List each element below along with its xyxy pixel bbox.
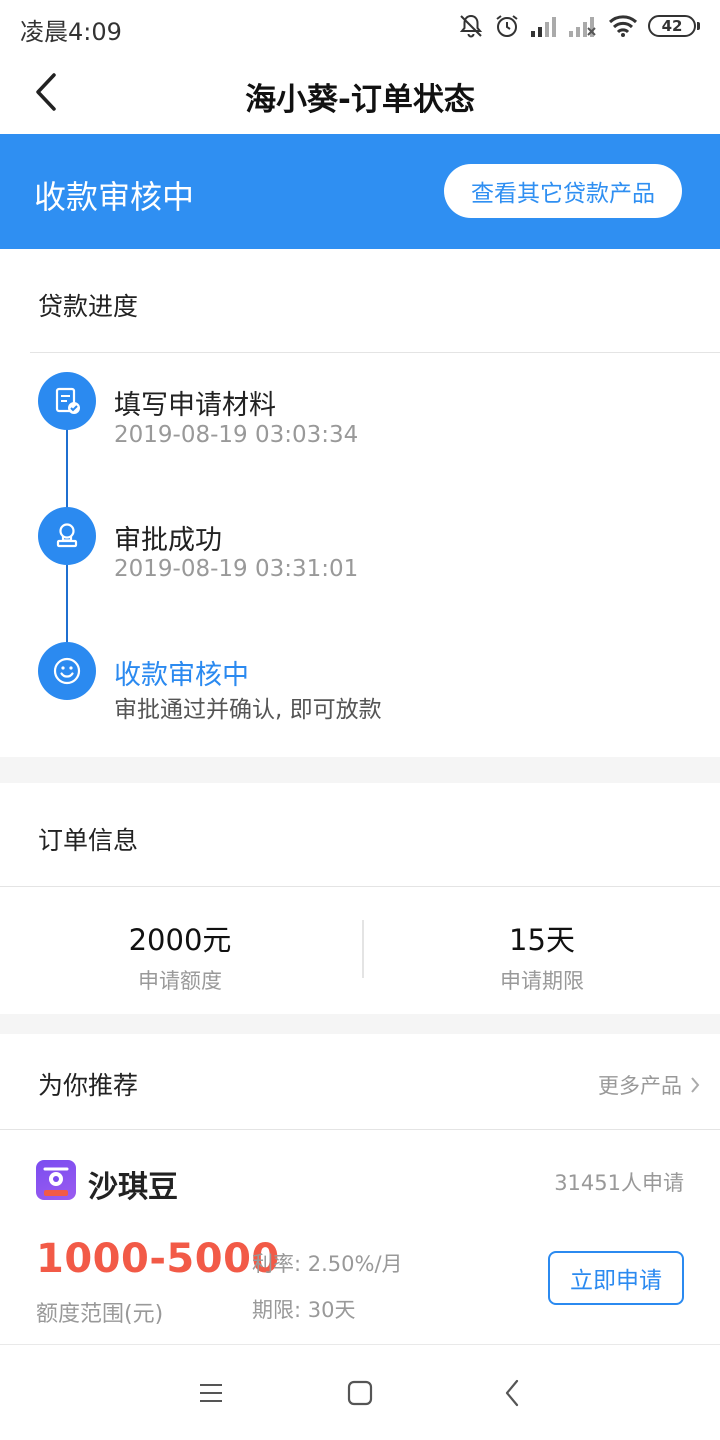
wifi-icon: [608, 14, 638, 38]
order-info-title: 订单信息: [38, 826, 139, 855]
step-timestamp: 2019-08-19 03:03:34: [114, 422, 359, 448]
recommend-title: 为你推荐: [38, 1071, 139, 1100]
amount-label: 申请额度: [138, 969, 222, 993]
home-icon[interactable]: [338, 1371, 382, 1415]
divider: [0, 886, 720, 887]
product-logo: [36, 1160, 76, 1200]
back-icon[interactable]: [490, 1371, 534, 1415]
battery-icon: 42: [648, 15, 700, 37]
progress-title: 贷款进度: [38, 292, 139, 321]
mute-icon: [458, 13, 484, 39]
status-icons: 42: [458, 10, 700, 42]
term-info: 15天 申请期限: [362, 917, 720, 995]
term-label: 申请期限: [500, 969, 584, 993]
more-products-label: 更多产品: [598, 1074, 682, 1098]
term-value: 15天: [509, 923, 575, 957]
step-title: 审批成功: [114, 525, 222, 556]
document-check-icon: [38, 372, 96, 430]
signal-icon: [530, 15, 558, 37]
system-nav-bar: [0, 1344, 720, 1440]
more-products-link[interactable]: 更多产品: [598, 1070, 700, 1100]
chevron-right-icon: [691, 1077, 700, 1093]
other-loans-button[interactable]: 查看其它贷款产品: [444, 164, 682, 218]
product-rate: 利率: 2.50%/月: [252, 1252, 403, 1276]
step-title-active: 收款审核中: [114, 660, 249, 691]
battery-level: 42: [648, 15, 696, 37]
step-title: 填写申请材料: [114, 390, 276, 421]
divider: [30, 352, 720, 353]
order-info-card: 订单信息 2000元 申请额度 15天 申请期限: [0, 783, 720, 1014]
product-name[interactable]: 沙琪豆: [88, 1162, 178, 1206]
status-time: 凌晨4:09: [20, 18, 122, 46]
apply-now-button[interactable]: 立即申请: [548, 1251, 684, 1305]
menu-icon[interactable]: [189, 1371, 233, 1415]
product-amount-range: 1000-5000: [36, 1236, 280, 1282]
status-banner: 收款审核中 查看其它贷款产品: [0, 134, 720, 249]
signal-off-icon: [568, 15, 598, 37]
smile-icon: [38, 642, 96, 700]
timeline-connector: [66, 429, 68, 509]
alarm-icon: [494, 13, 520, 39]
product-applicant-count: 31451人申请: [554, 1171, 684, 1195]
stamp-icon: [38, 507, 96, 565]
banner-status-text: 收款审核中: [34, 178, 195, 216]
timeline-connector: [66, 565, 68, 644]
product-term: 期限: 30天: [252, 1298, 356, 1322]
page-title: 海小葵-订单状态: [245, 82, 475, 118]
status-bar: 凌晨4:09 42: [0, 0, 720, 52]
nav-bar: 海小葵-订单状态: [0, 52, 720, 134]
amount-info: 2000元 申请额度: [0, 917, 360, 995]
divider: [0, 1129, 720, 1130]
progress-card: 贷款进度 填写申请材料 2019-08-19 03:03:34 审批成功 201…: [0, 249, 720, 757]
step-description: 审批通过并确认, 即可放款: [114, 697, 382, 723]
amount-value: 2000元: [128, 923, 232, 957]
step-timestamp: 2019-08-19 03:31:01: [114, 556, 359, 582]
product-range-label: 额度范围(元): [36, 1302, 164, 1327]
